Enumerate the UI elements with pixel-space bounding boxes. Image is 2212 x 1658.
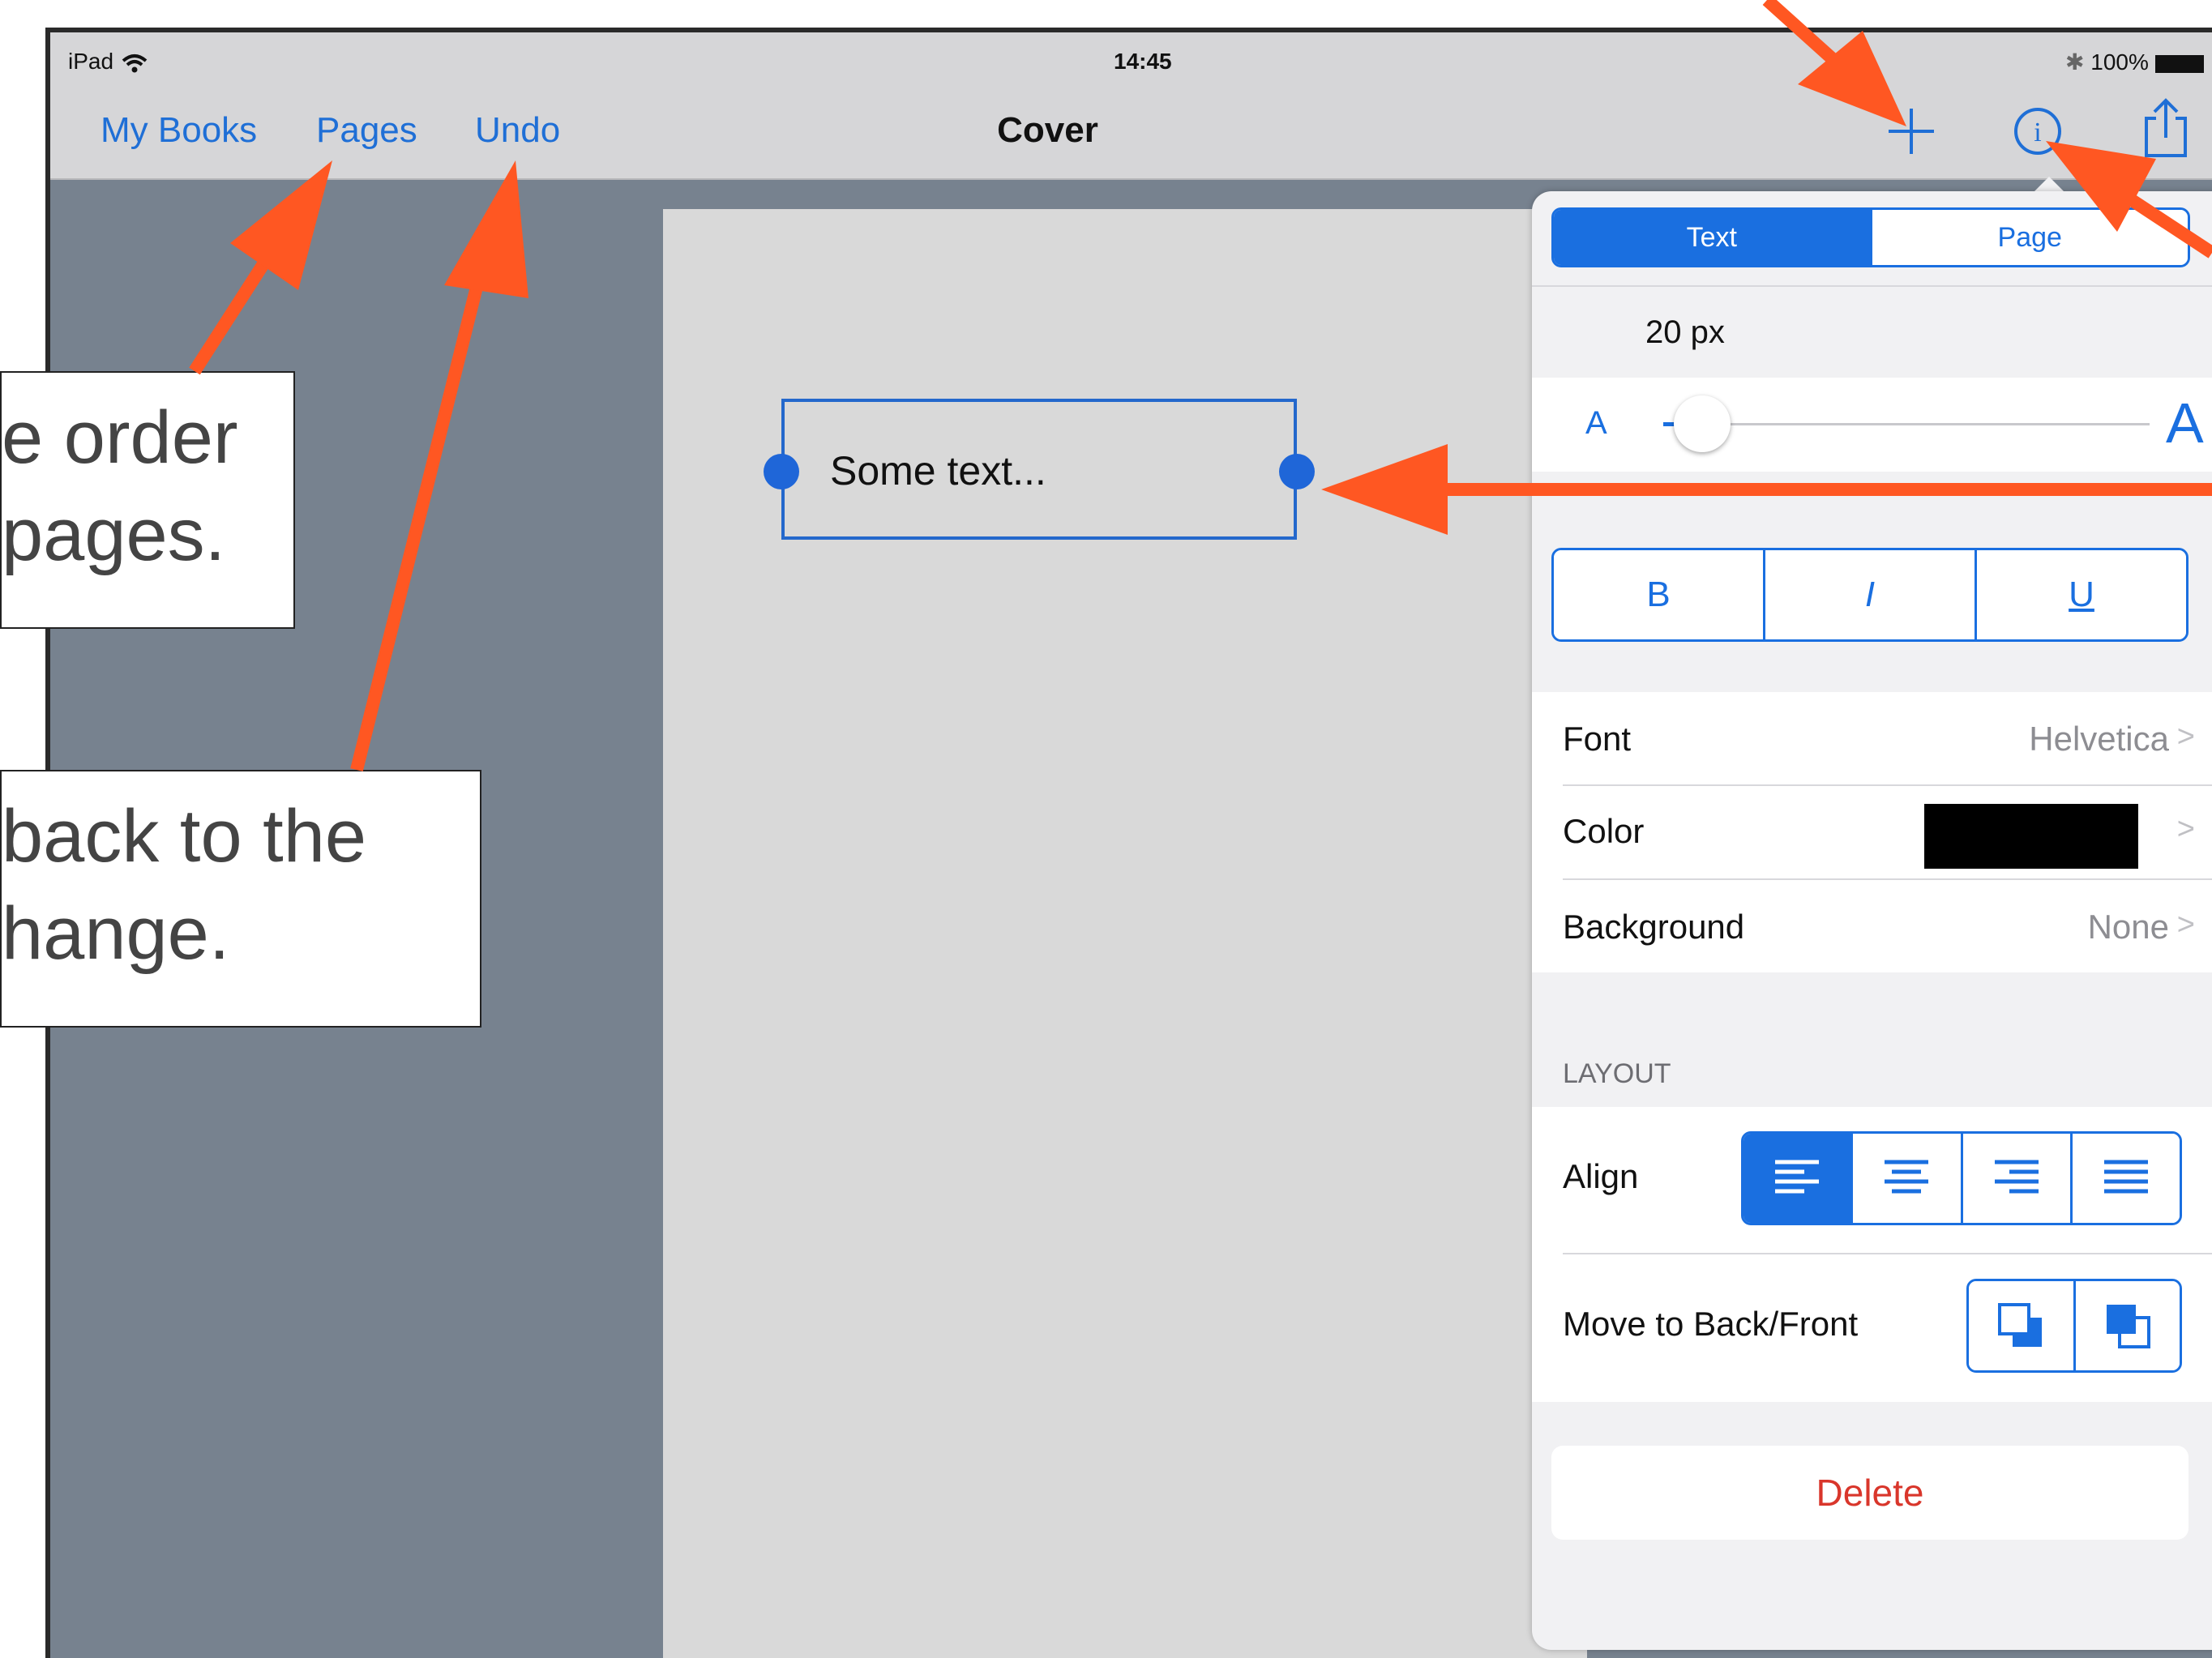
arrowhead xyxy=(230,160,332,290)
arrow-to-undo xyxy=(350,266,488,771)
arrowhead xyxy=(2046,141,2156,232)
arrowhead xyxy=(1321,444,1448,535)
arrowhead xyxy=(444,160,528,298)
annotation-arrows xyxy=(189,0,2212,771)
